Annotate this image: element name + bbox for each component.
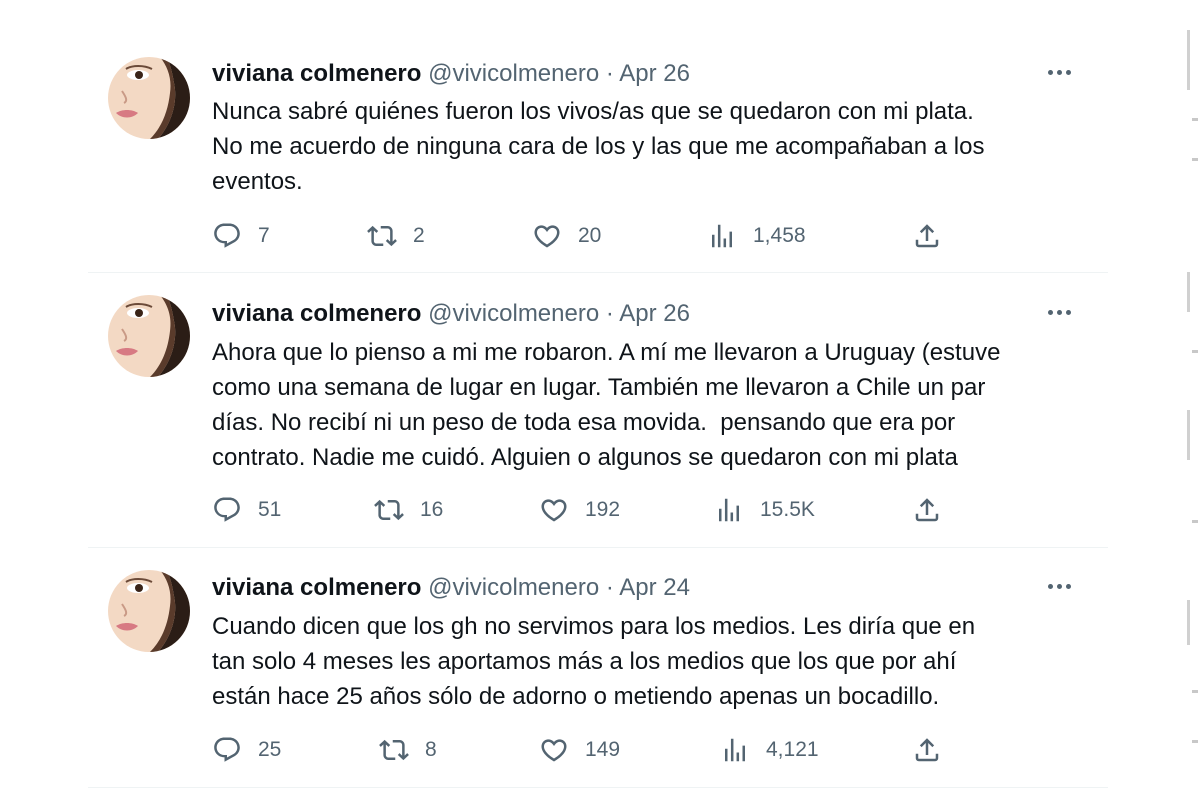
display-name[interactable]: viviana colmenero [212, 60, 421, 87]
tweet-actions: 7 2 20 1,458 [212, 220, 939, 252]
more-icon[interactable] [1042, 59, 1076, 85]
tweet[interactable]: viviana colmenero @vivicolmenero · Apr 2… [88, 273, 1108, 548]
divider [88, 787, 1108, 788]
tweet-text: Nunca sabré quiénes fueron los vivos/as … [212, 98, 985, 195]
tweet-text: Cuando dicen que los gh no servimos para… [212, 613, 976, 710]
heart-icon [534, 225, 560, 248]
views-icon [719, 498, 739, 522]
avatar-photo [108, 570, 190, 652]
share-icon [915, 224, 939, 248]
avatar[interactable] [108, 57, 190, 139]
handle[interactable]: @vivicolmenero [428, 300, 599, 327]
tweet[interactable]: viviana colmenero @vivicolmenero · Apr 2… [88, 55, 1108, 273]
separator: · [605, 60, 614, 87]
retweet-button[interactable]: 8 [379, 734, 437, 766]
reply-count: 51 [258, 498, 282, 521]
like-count: 192 [585, 498, 621, 521]
like-count: 20 [578, 224, 602, 247]
retweet-count: 2 [413, 224, 425, 247]
retweet-button[interactable]: 16 [374, 494, 443, 526]
retweet-icon [367, 225, 397, 247]
separator: · [605, 574, 614, 601]
retweet-count: 16 [420, 498, 444, 521]
reply-button[interactable]: 25 [212, 734, 281, 766]
views-icon [725, 738, 745, 762]
tweet-header: viviana colmenero @vivicolmenero · Apr 2… [212, 573, 690, 603]
like-count: 149 [585, 738, 621, 761]
share-button[interactable] [912, 220, 942, 252]
views-count: 4,121 [766, 738, 819, 761]
share-button[interactable] [912, 494, 942, 526]
tweet-actions: 51 16 192 15.5K [212, 494, 939, 526]
reply-button[interactable]: 51 [212, 494, 281, 526]
reply-count: 7 [258, 224, 270, 247]
more-icon[interactable] [1042, 299, 1076, 325]
share-button[interactable] [912, 734, 942, 766]
timestamp[interactable]: Apr 26 [619, 60, 690, 87]
views-button[interactable]: 1,458 [707, 220, 806, 252]
separator: · [605, 300, 614, 327]
like-button[interactable]: 192 [539, 494, 620, 526]
reply-count: 25 [258, 738, 282, 761]
adjacent-column-edge [1178, 0, 1200, 797]
views-count: 15.5K [760, 498, 815, 521]
share-icon [915, 738, 939, 762]
timestamp[interactable]: Apr 24 [619, 574, 690, 601]
tweet-text: Ahora que lo pienso a mi me robaron. A m… [212, 339, 1001, 471]
handle[interactable]: @vivicolmenero [428, 574, 599, 601]
views-button[interactable]: 15.5K [714, 494, 815, 526]
retweet-icon [379, 739, 409, 761]
timestamp[interactable]: Apr 26 [619, 300, 690, 327]
avatar-photo [108, 57, 190, 139]
like-button[interactable]: 20 [532, 220, 601, 252]
reply-button[interactable]: 7 [212, 220, 270, 252]
more-icon[interactable] [1042, 573, 1076, 599]
views-icon [712, 224, 732, 248]
avatar[interactable] [108, 295, 190, 377]
tweet-header: viviana colmenero @vivicolmenero · Apr 2… [212, 59, 690, 89]
retweet-icon [374, 499, 404, 521]
tweet-actions: 25 8 149 4,121 [212, 734, 939, 766]
retweet-count: 8 [425, 738, 437, 761]
tweet-header: viviana colmenero @vivicolmenero · Apr 2… [212, 299, 690, 329]
display-name[interactable]: viviana colmenero [212, 300, 421, 327]
like-button[interactable]: 149 [539, 734, 620, 766]
reply-icon [214, 737, 240, 762]
avatar-photo [108, 295, 190, 377]
views-button[interactable]: 4,121 [720, 734, 819, 766]
views-count: 1,458 [753, 224, 806, 247]
reply-icon [214, 497, 240, 522]
share-icon [915, 498, 939, 522]
handle[interactable]: @vivicolmenero [428, 60, 599, 87]
heart-icon [541, 739, 567, 762]
avatar[interactable] [108, 570, 190, 652]
reply-icon [214, 223, 240, 248]
heart-icon [541, 499, 567, 522]
retweet-button[interactable]: 2 [367, 220, 425, 252]
display-name[interactable]: viviana colmenero [212, 574, 421, 601]
tweet[interactable]: viviana colmenero @vivicolmenero · Apr 2… [88, 548, 1108, 788]
